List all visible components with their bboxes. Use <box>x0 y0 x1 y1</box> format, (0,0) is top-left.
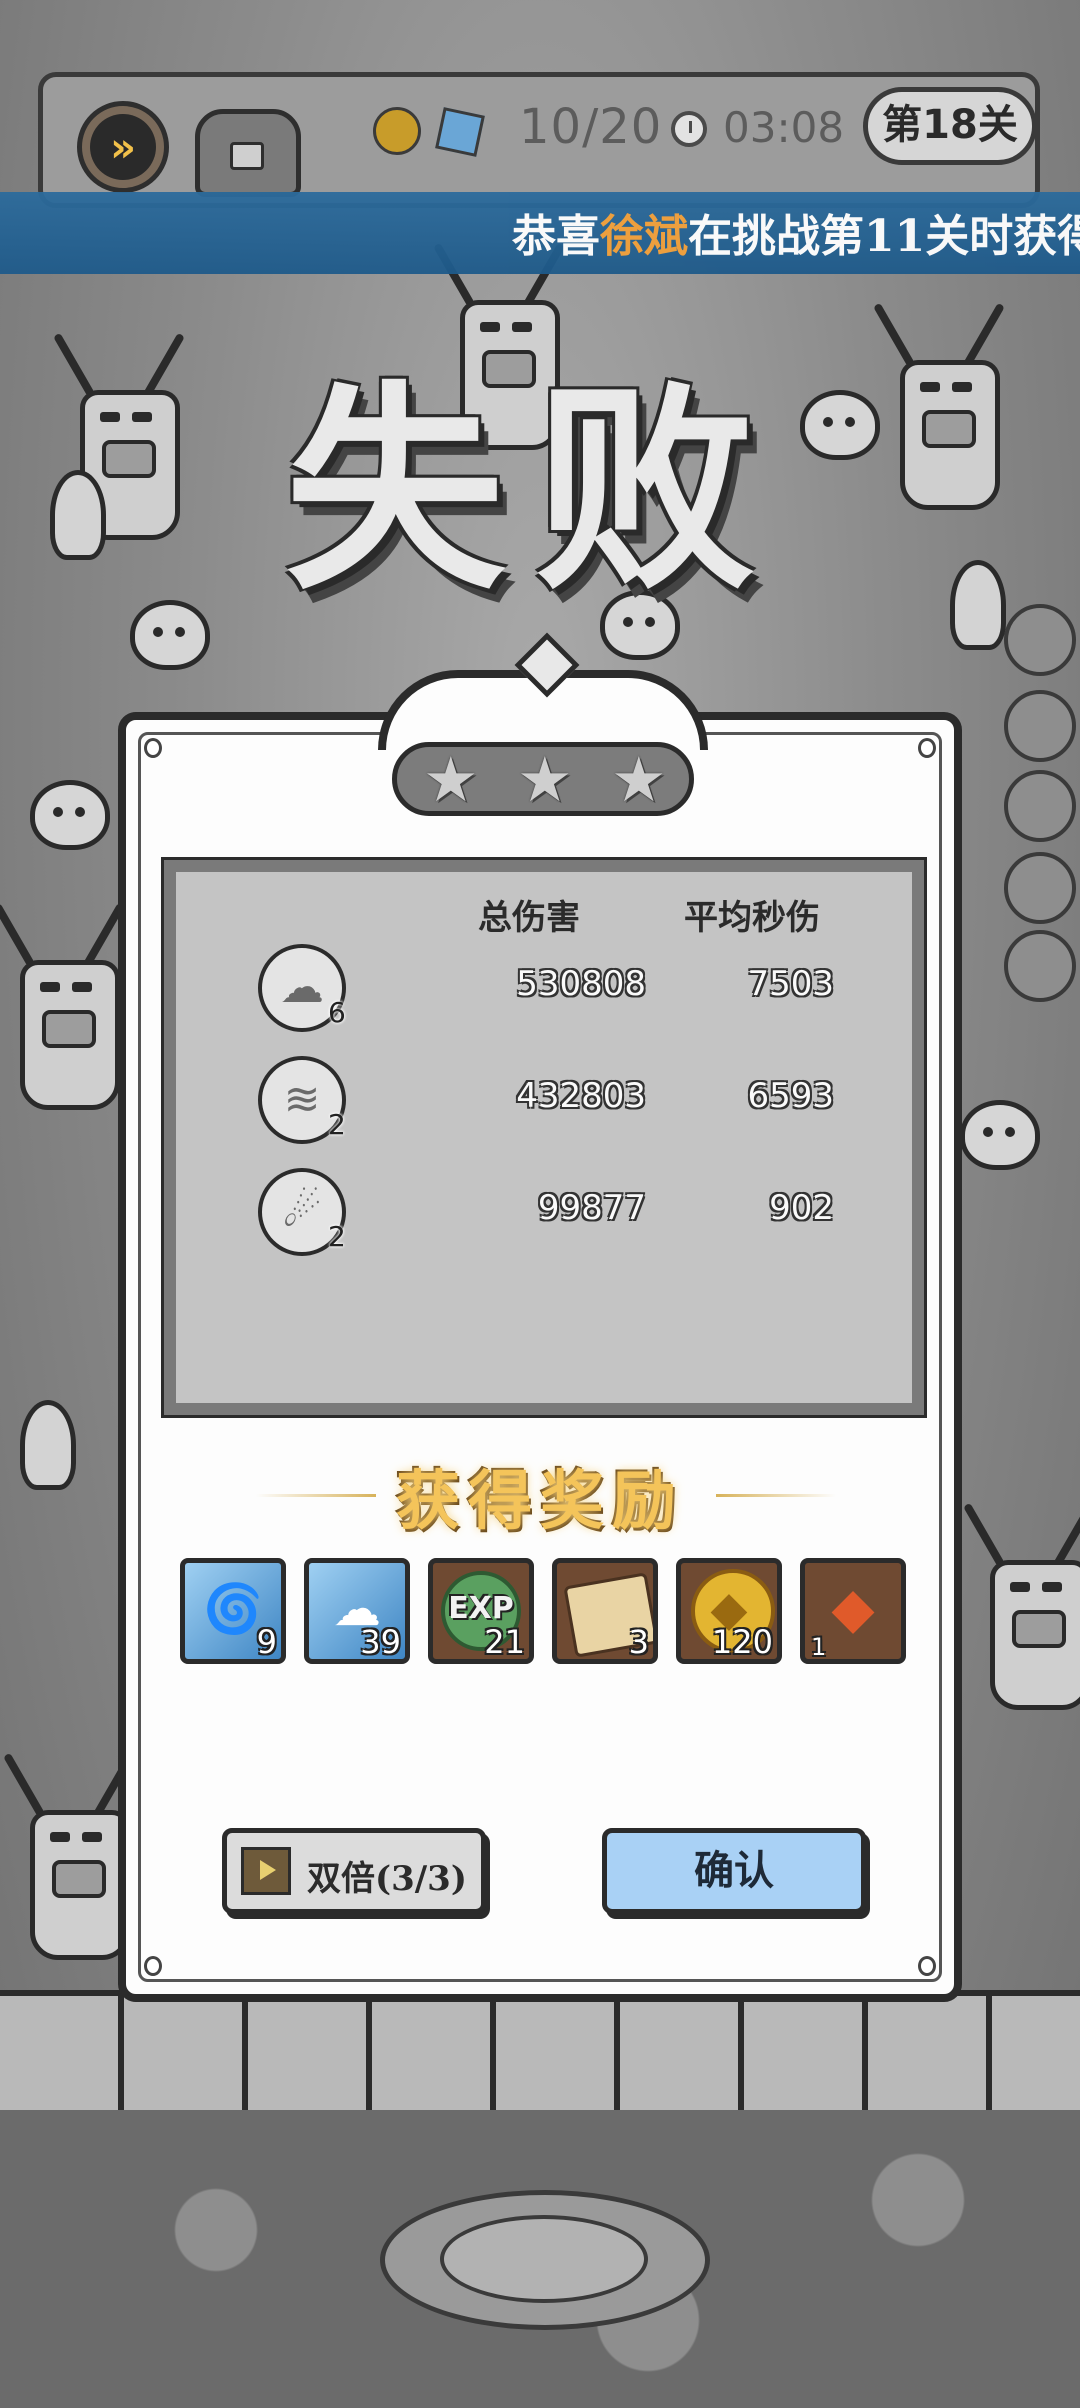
skill-level: 2 <box>328 1108 346 1141</box>
avg-dps-value: 902 <box>769 1188 834 1228</box>
announcement-player: 徐斌 <box>600 211 688 262</box>
total-damage-value: 530808 <box>516 964 646 1004</box>
tree-monster <box>860 300 1030 510</box>
meteor-skill-icon: ☄ 2 <box>258 1168 346 1256</box>
reward-count: 3 <box>628 1623 649 1661</box>
confirm-button[interactable]: 确认 <box>602 1828 866 1914</box>
announcement-text: 恭喜徐斌在挑战第11关时获得 <box>512 200 1080 264</box>
reward-item[interactable]: ◆ 120 <box>676 1558 782 1664</box>
rabbit-monster <box>960 1100 1040 1170</box>
skill-level: 2 <box>328 1220 346 1253</box>
ghost-monster <box>950 560 1006 650</box>
total-damage-header: 总伤害 <box>478 898 580 938</box>
rewards-title: 获得奖励 <box>396 1464 684 1539</box>
reward-count: 1 <box>811 1633 827 1661</box>
side-skill-slot[interactable] <box>1004 770 1076 842</box>
reward-item[interactable]: 3 <box>552 1558 658 1664</box>
fast-forward-icon: » <box>90 114 156 180</box>
side-skill-slot[interactable] <box>1004 604 1076 676</box>
star-icon: ★ <box>611 743 667 816</box>
rabbit-monster <box>30 780 110 850</box>
double-reward-button[interactable]: 双倍(3/3) <box>222 1828 486 1914</box>
result-dialog: ★ ★ ★ 总伤害 平均秒伤 ☁ 6 530808 7503 ≋ 2 43280… <box>118 632 962 2002</box>
announcement-suffix: 在挑战第11关时获得 <box>688 211 1080 262</box>
video-ad-icon <box>241 1847 291 1895</box>
star-icon: ★ <box>517 743 573 816</box>
star-icon: ★ <box>423 743 479 816</box>
ghost-monster <box>50 470 106 560</box>
side-skill-slot[interactable] <box>1004 930 1076 1002</box>
avg-dps-value: 7503 <box>747 964 834 1004</box>
fast-forward-button[interactable]: » <box>77 101 169 193</box>
reward-list: 🌀 9 ☁ 39 EXP 21 3 ◆ 120 ◆ 1 <box>180 1558 910 1668</box>
ghost-monster <box>20 1400 76 1490</box>
reward-item[interactable]: 🌀 9 <box>180 1558 286 1664</box>
side-skill-slot[interactable] <box>1004 852 1076 924</box>
reward-count: 9 <box>256 1623 277 1661</box>
timer: 03:08 <box>723 103 845 152</box>
double-reward-label: 双倍(3/3) <box>307 1859 467 1899</box>
star-rating: ★ ★ ★ <box>392 742 694 816</box>
announcement-prefix: 恭喜 <box>512 211 600 262</box>
gem-icon <box>435 107 485 157</box>
avg-dps-header: 平均秒伤 <box>684 898 820 938</box>
reward-count: 120 <box>711 1623 773 1661</box>
rabbit-monster <box>130 600 210 670</box>
rabbit-monster <box>800 390 880 460</box>
tornado-skill-icon: ≋ 2 <box>258 1056 346 1144</box>
reward-item[interactable]: EXP 21 <box>428 1558 534 1664</box>
announcement-banner: 恭喜徐斌在挑战第11关时获得 <box>0 192 1080 274</box>
tree-monster <box>950 1500 1080 1710</box>
ghost-skill-icon: ☁ 6 <box>258 944 346 1032</box>
reward-item[interactable]: ☁ 39 <box>304 1558 410 1664</box>
stat-row: ☄ 2 99877 902 <box>176 1168 912 1268</box>
wave-counter: 10/20 <box>519 99 663 155</box>
stat-row: ☁ 6 530808 7503 <box>176 944 912 1044</box>
level-badge: 第18关 <box>863 87 1037 165</box>
skill-level: 6 <box>328 996 346 1029</box>
side-skill-slot[interactable] <box>1004 690 1076 762</box>
total-damage-value: 432803 <box>516 1076 646 1116</box>
coin-icon <box>373 107 421 155</box>
damage-stats-panel: 总伤害 平均秒伤 ☁ 6 530808 7503 ≋ 2 432803 6593… <box>161 857 927 1418</box>
clock-icon <box>671 111 707 147</box>
defeat-title: 失败 <box>285 360 786 619</box>
top-hud: » 10/20 03:08 第18关 <box>38 72 1040 208</box>
treasure-chest-button[interactable] <box>195 109 301 197</box>
castle-wall <box>0 1990 1080 2122</box>
total-damage-value: 99877 <box>537 1188 646 1228</box>
reward-count: 39 <box>360 1623 401 1661</box>
avg-dps-value: 6593 <box>747 1076 834 1116</box>
reward-item[interactable]: ◆ 1 <box>800 1558 906 1664</box>
reward-count: 21 <box>484 1623 525 1661</box>
stat-row: ≋ 2 432803 6593 <box>176 1056 912 1156</box>
